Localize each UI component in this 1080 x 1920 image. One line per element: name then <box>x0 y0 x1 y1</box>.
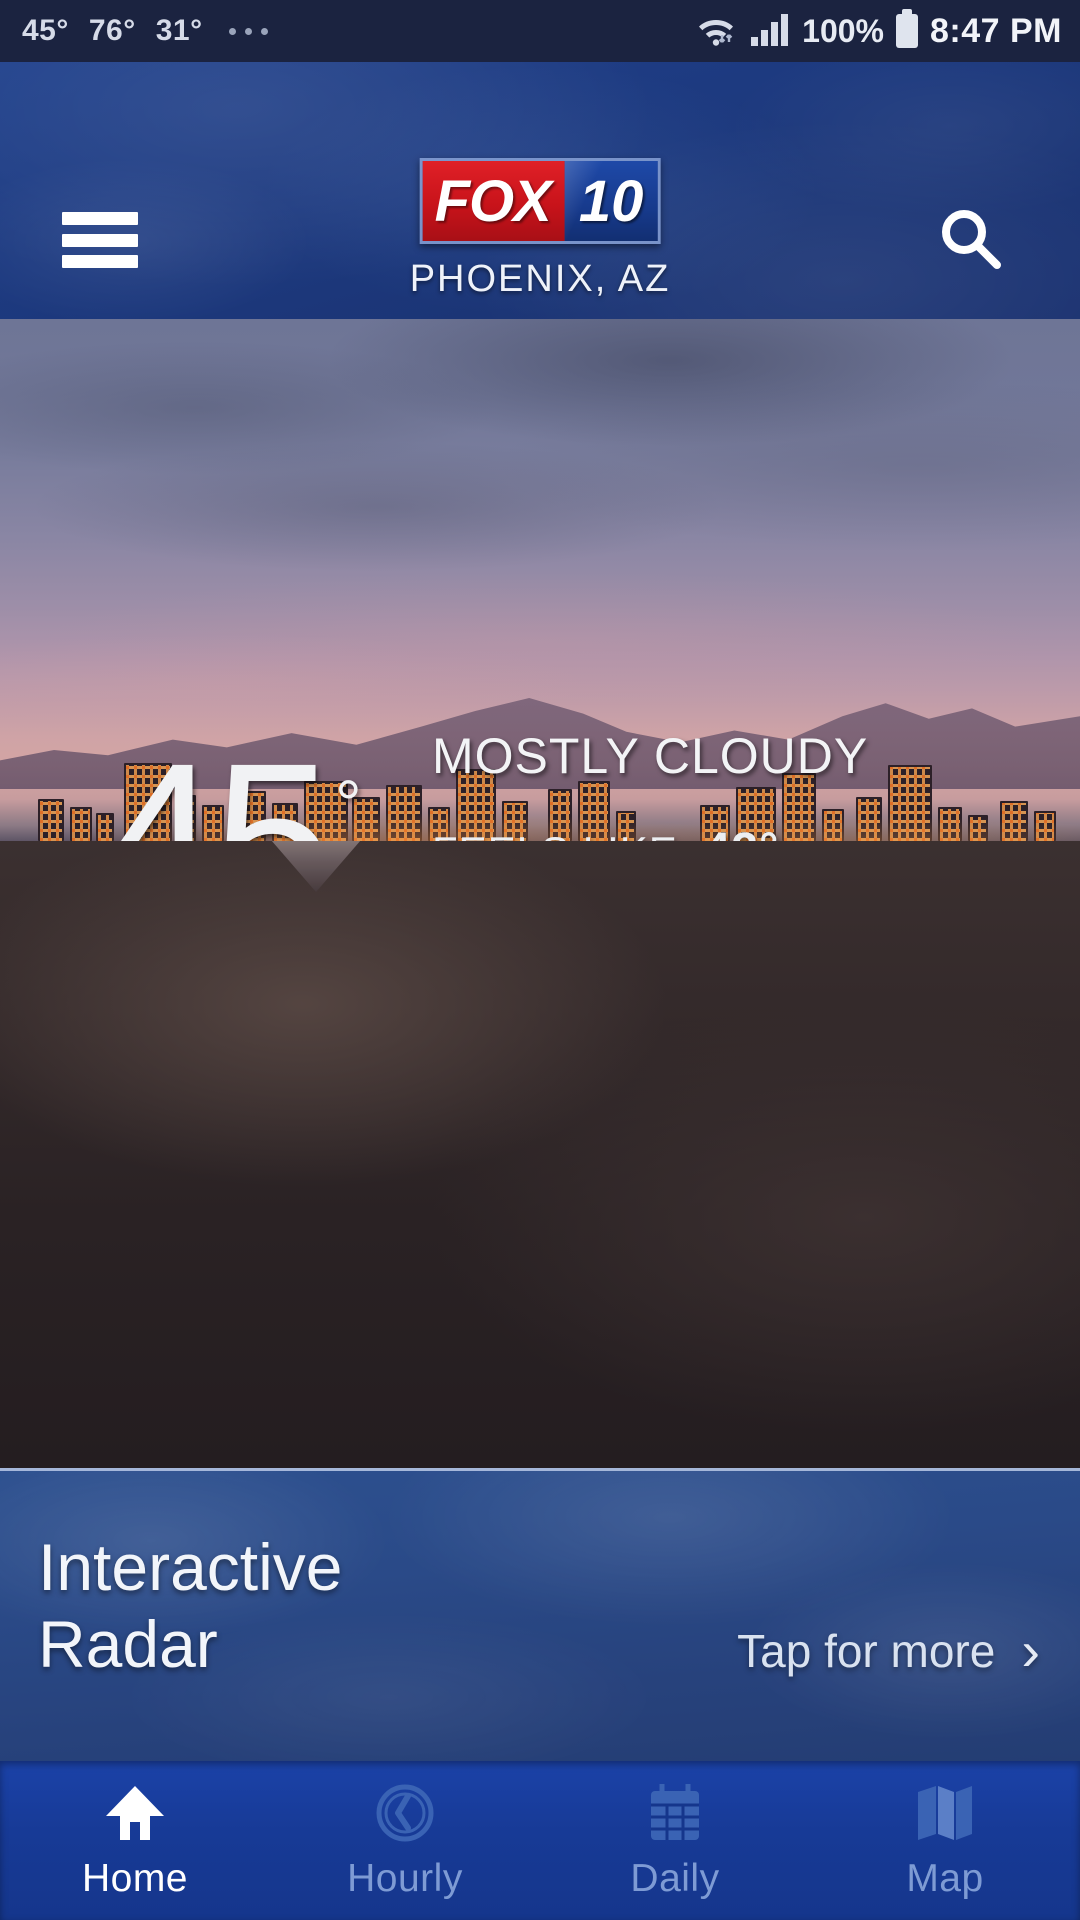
feels-like-value: 43° <box>704 823 780 841</box>
current-temp-value: 45 <box>100 717 333 841</box>
home-icon <box>100 1781 170 1845</box>
condition-block: MOSTLY CLOUDY FEELS LIKE 43° updated now <box>432 727 868 841</box>
current-temp-degree: ° <box>335 765 362 840</box>
logo-fox-text: FOX <box>422 161 565 241</box>
panel-notch <box>271 841 361 892</box>
calendar-icon <box>640 1781 710 1845</box>
interactive-radar-card[interactable]: Interactive Radar Tap for more › <box>0 1468 1080 1761</box>
current-temperature: 45 ° <box>100 717 362 841</box>
nav-item-home[interactable]: Home <box>0 1761 270 1920</box>
app-header: FOX 10 PHOENIX, AZ <box>0 62 1080 319</box>
status-temp-low: 31° <box>155 14 203 47</box>
feels-like-label: FEELS LIKE <box>432 828 678 841</box>
chevron-right-icon: › <box>1021 1619 1040 1682</box>
search-icon[interactable] <box>934 203 1008 277</box>
brand-block: FOX 10 PHOENIX, AZ <box>410 158 671 301</box>
nav-item-map[interactable]: Map <box>810 1761 1080 1920</box>
logo-channel-text: 10 <box>565 161 658 241</box>
nav-item-hourly[interactable]: Hourly <box>270 1761 540 1920</box>
radar-cta[interactable]: Tap for more › <box>737 1623 1040 1679</box>
status-bar-temps: 45° 76° 31° <box>22 14 203 48</box>
details-panel: HUMIDITY 85% DEW POINT 40° WIND S 4 SUNR… <box>0 841 1080 1468</box>
status-bar-clock: 8:47 PM <box>930 11 1062 50</box>
fox10-logo: FOX 10 <box>419 158 661 244</box>
status-bar-right: 100% 8:47 PM <box>694 9 1062 52</box>
condition-text: MOSTLY CLOUDY <box>432 728 869 784</box>
cell-signal-icon <box>750 11 790 52</box>
nav-item-daily[interactable]: Daily <box>540 1761 810 1920</box>
radar-cta-label: Tap for more <box>737 1625 996 1677</box>
radar-title: Interactive Radar <box>38 1530 343 1681</box>
nav-label-daily: Daily <box>630 1856 720 1900</box>
hamburger-menu-icon[interactable] <box>62 212 138 268</box>
current-conditions-readout: 45 ° MOSTLY CLOUDY FEELS LIKE 43° update… <box>0 319 1080 841</box>
more-dots-icon <box>228 27 268 35</box>
status-bar: 45° 76° 31° 100% 8:47 PM <box>0 0 1080 62</box>
wifi-icon <box>694 11 738 52</box>
nav-label-map: Map <box>906 1856 984 1900</box>
bottom-navigation: Home Hourly Daily Map <box>0 1761 1080 1920</box>
clock-icon <box>370 1781 440 1845</box>
weather-app-screen: 45° 76° 31° 100% 8:47 PM FOX 10 PHOENIX,… <box>0 0 1080 1920</box>
hero-conditions: 45 ° MOSTLY CLOUDY FEELS LIKE 43° update… <box>0 319 1080 841</box>
battery-full-icon <box>896 9 918 48</box>
status-temp-current: 45° <box>22 14 69 47</box>
feels-like-row: FEELS LIKE 43° <box>432 823 868 841</box>
market-city-label: PHOENIX, AZ <box>409 258 671 300</box>
nav-label-hourly: Hourly <box>347 1856 463 1900</box>
battery-percent-label: 100% <box>802 12 884 49</box>
map-icon <box>910 1781 980 1845</box>
status-temp-high: 76° <box>88 14 136 47</box>
nav-label-home: Home <box>81 1856 189 1900</box>
